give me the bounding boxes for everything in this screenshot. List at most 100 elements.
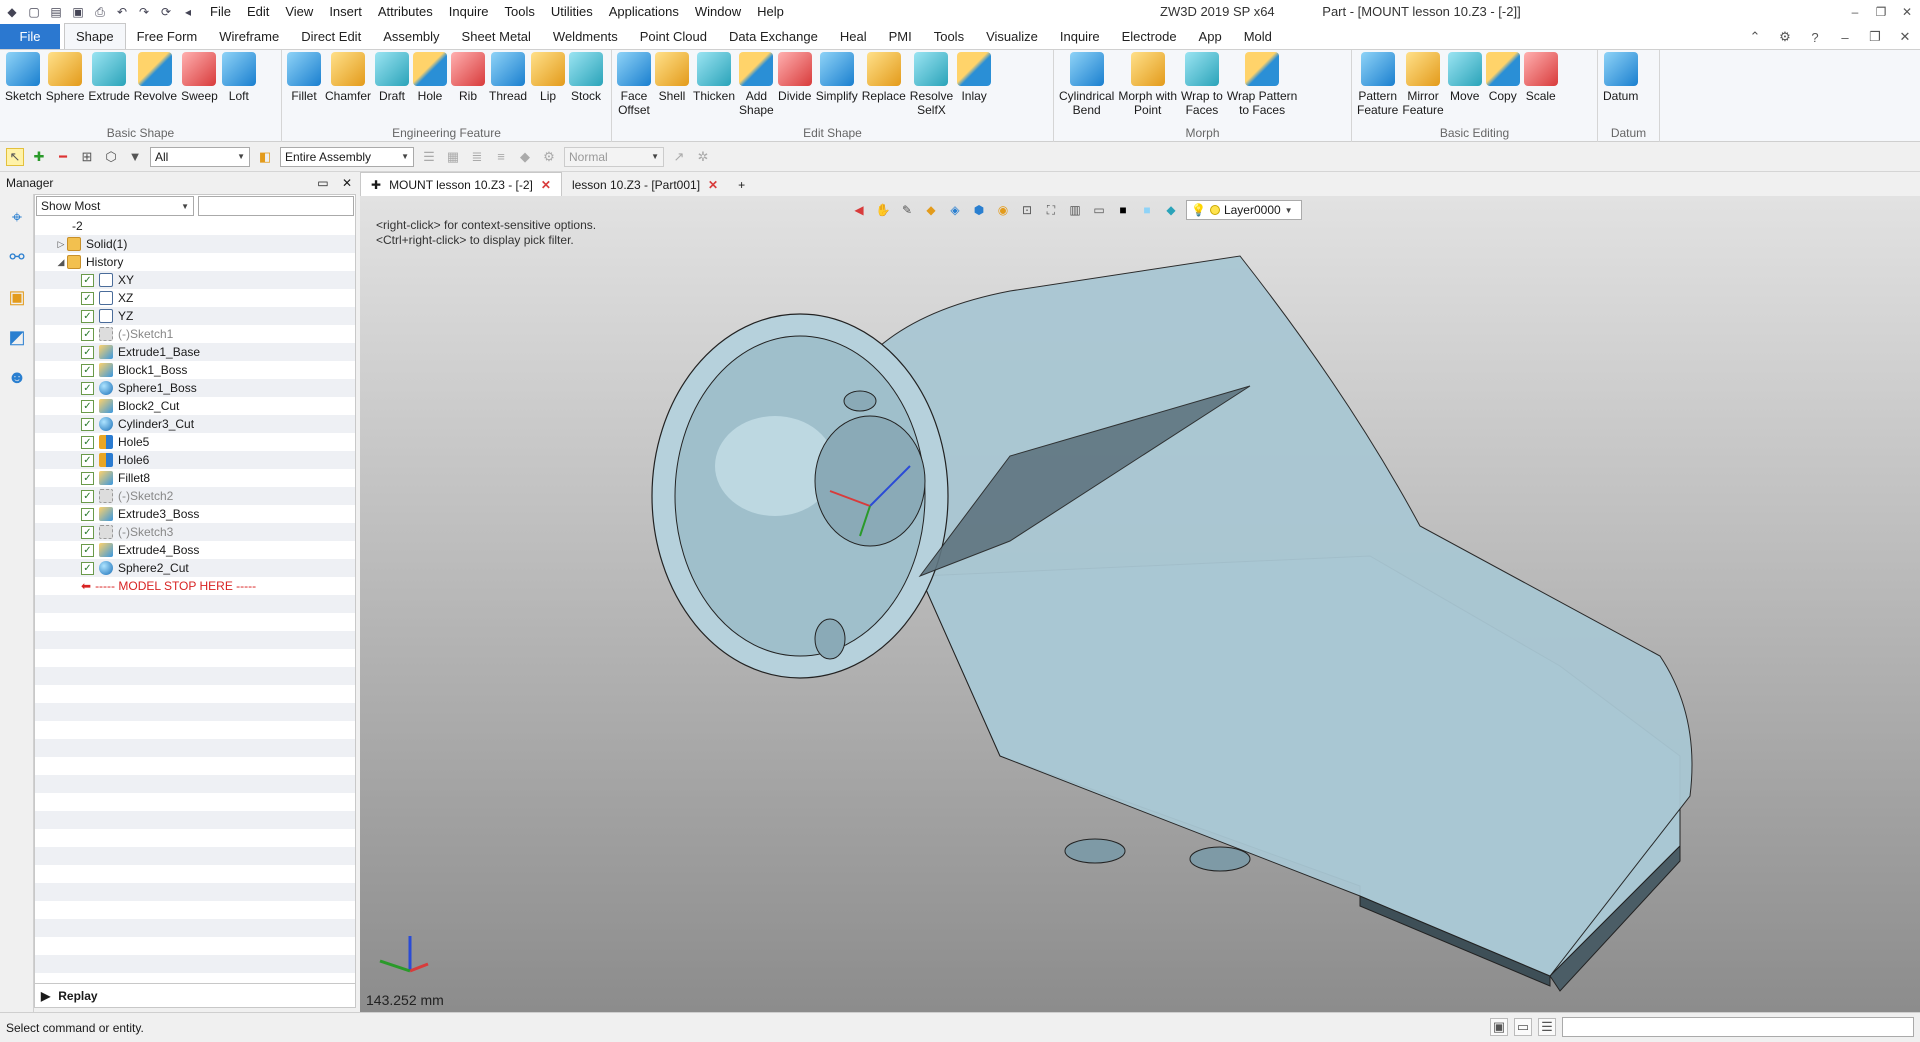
graphics-viewport[interactable]: <right-click> for context-sensitive opti… bbox=[360, 196, 1920, 1012]
pin-icon[interactable]: ✚ bbox=[371, 178, 381, 192]
ribbon-tab[interactable]: Tools bbox=[923, 24, 975, 49]
ribbon-tab[interactable]: Free Form bbox=[126, 24, 209, 49]
pick-options-icon[interactable]: ⊞ bbox=[78, 148, 96, 166]
ribbon-tab[interactable]: Electrode bbox=[1111, 24, 1188, 49]
tree-node[interactable]: ✓ Fillet8 bbox=[35, 469, 355, 487]
tree-node[interactable]: ✓ Extrude1_Base bbox=[35, 343, 355, 361]
tree-node[interactable]: ✓ (-)Sketch1 bbox=[35, 325, 355, 343]
ribbon-tab[interactable]: Weldments bbox=[542, 24, 629, 49]
back-arrow-icon[interactable]: ◀ bbox=[850, 201, 868, 219]
minimize-doc-icon[interactable]: – bbox=[1830, 30, 1860, 45]
menu-item[interactable]: Inquire bbox=[441, 0, 497, 24]
tree-node[interactable]: ✓ Block1_Boss bbox=[35, 361, 355, 379]
restore-icon[interactable]: ❐ bbox=[1868, 0, 1894, 24]
visibility-checkbox[interactable]: ✓ bbox=[81, 543, 94, 557]
print-icon[interactable]: ⎙ bbox=[92, 4, 108, 20]
expand-icon[interactable]: ▷ bbox=[55, 239, 67, 250]
tree-node[interactable]: ✓ Extrude3_Boss bbox=[35, 505, 355, 523]
section-icon[interactable]: ▥ bbox=[1066, 201, 1084, 219]
menu-item[interactable]: Edit bbox=[239, 0, 277, 24]
visibility-checkbox[interactable]: ✓ bbox=[81, 399, 94, 413]
visibility-checkbox[interactable]: ✓ bbox=[81, 453, 94, 467]
menu-item[interactable]: Attributes bbox=[370, 0, 441, 24]
visibility-checkbox[interactable]: ✓ bbox=[81, 507, 94, 521]
menu-item[interactable]: Tools bbox=[497, 0, 543, 24]
show-filter-select[interactable]: Show Most ▼ bbox=[36, 196, 194, 216]
feature-library-icon[interactable]: ▣ bbox=[3, 280, 31, 314]
ribbon-tab[interactable]: App bbox=[1188, 24, 1233, 49]
visibility-checkbox[interactable]: ✓ bbox=[81, 525, 94, 539]
shade-icon[interactable]: ■ bbox=[1138, 201, 1156, 219]
color-swatch-icon[interactable]: ■ bbox=[1114, 201, 1132, 219]
select-arrow-icon[interactable]: ↖ bbox=[6, 147, 24, 166]
collapse-ribbon-icon[interactable]: ⌃ bbox=[1740, 29, 1770, 45]
assembly-icon[interactable]: ◧ bbox=[256, 148, 274, 166]
filter-shape-icon[interactable]: ⬡ bbox=[102, 148, 120, 166]
user-icon[interactable]: ☻ bbox=[3, 360, 31, 394]
tool-icon-1[interactable]: ☰ bbox=[420, 148, 438, 166]
scope-select[interactable]: Entire Assembly ▼ bbox=[280, 146, 414, 167]
zoom-all-icon[interactable]: ⊡ bbox=[1018, 201, 1036, 219]
iso-view-icon[interactable]: ⬢ bbox=[970, 201, 988, 219]
menu-item[interactable]: View bbox=[277, 0, 321, 24]
model-3d-view[interactable] bbox=[360, 196, 1920, 1012]
view-toggle-icon[interactable]: ▣ bbox=[1490, 1018, 1508, 1036]
save-icon[interactable]: ▣ bbox=[70, 4, 86, 20]
tool-icon-5[interactable]: ◆ bbox=[516, 148, 534, 166]
tree-node[interactable]: ✓ Hole6 bbox=[35, 451, 355, 469]
close-tab-icon[interactable]: ✕ bbox=[541, 178, 551, 192]
shape-icon[interactable]: ◆ bbox=[922, 201, 940, 219]
tree-node[interactable]: ✓ YZ bbox=[35, 307, 355, 325]
tree-node[interactable]: ⬅ ----- MODEL STOP HERE ----- bbox=[35, 577, 355, 595]
app-logo-icon[interactable]: ◆ bbox=[4, 4, 20, 20]
tree-node[interactable]: ✓ Extrude4_Boss bbox=[35, 541, 355, 559]
layer-select[interactable]: 💡 Layer0000 ▼ bbox=[1186, 200, 1302, 220]
tree-node[interactable]: ▷ Solid(1) bbox=[35, 235, 355, 253]
command-input[interactable] bbox=[1562, 1017, 1914, 1037]
ribbon-tab[interactable]: Mold bbox=[1233, 24, 1283, 49]
restore-doc-icon[interactable]: ❐ bbox=[1860, 29, 1890, 45]
undo-icon[interactable]: ↶ bbox=[114, 4, 130, 20]
menu-item[interactable]: Window bbox=[687, 0, 749, 24]
menu-item[interactable]: Applications bbox=[601, 0, 687, 24]
tree-node[interactable]: ✓ Sphere2_Cut bbox=[35, 559, 355, 577]
display-mode-icon[interactable]: ◉ bbox=[994, 201, 1012, 219]
minimize-icon[interactable]: – bbox=[1842, 0, 1868, 24]
tool-icon-4[interactable]: ≡ bbox=[492, 148, 510, 166]
visibility-checkbox[interactable]: ✓ bbox=[81, 309, 94, 323]
open-folder-icon[interactable]: ▤ bbox=[48, 4, 64, 20]
filter-select[interactable]: All ▼ bbox=[150, 146, 250, 167]
ribbon-tab[interactable]: Data Exchange bbox=[718, 24, 829, 49]
ribbon-tab[interactable]: Visualize bbox=[975, 24, 1049, 49]
tool-icon-3[interactable]: ≣ bbox=[468, 148, 486, 166]
help-icon[interactable]: ? bbox=[1800, 30, 1830, 45]
visibility-checkbox[interactable]: ✓ bbox=[81, 363, 94, 377]
ribbon-tab[interactable]: Wireframe bbox=[208, 24, 290, 49]
ribbon-tab[interactable]: Sheet Metal bbox=[451, 24, 542, 49]
new-file-icon[interactable]: ▢ bbox=[26, 4, 42, 20]
visibility-checkbox[interactable]: ✓ bbox=[81, 489, 94, 503]
tree-node[interactable]: ✓ XY bbox=[35, 271, 355, 289]
edit-icon[interactable]: ✎ bbox=[898, 201, 916, 219]
expand-icon[interactable]: ◢ bbox=[55, 257, 67, 268]
tool-icon-2[interactable]: ▦ bbox=[444, 148, 462, 166]
visibility-checkbox[interactable]: ✓ bbox=[81, 273, 94, 287]
list-icon[interactable]: ☰ bbox=[1538, 1018, 1556, 1036]
tree-node[interactable]: ✓ Sphere1_Boss bbox=[35, 379, 355, 397]
tree-node[interactable]: ◢ History bbox=[35, 253, 355, 271]
visibility-checkbox[interactable]: ✓ bbox=[81, 345, 94, 359]
assembly-manager-icon[interactable]: ⚯ bbox=[3, 240, 31, 274]
visibility-checkbox[interactable]: ✓ bbox=[81, 417, 94, 431]
tree-node[interactable]: ✓ (-)Sketch3 bbox=[35, 523, 355, 541]
ribbon-tab[interactable]: Shape bbox=[64, 23, 126, 49]
tree-node[interactable]: ✓ (-)Sketch2 bbox=[35, 487, 355, 505]
add-icon[interactable]: ✚ bbox=[30, 148, 48, 166]
visibility-checkbox[interactable]: ✓ bbox=[81, 561, 94, 575]
mouse-mode-icon[interactable]: ✋ bbox=[874, 201, 892, 219]
settings-gear-icon[interactable]: ⚙ bbox=[1770, 29, 1800, 45]
close-panel-icon[interactable]: ✕ bbox=[342, 176, 352, 190]
new-tab-icon[interactable]: + bbox=[728, 174, 755, 196]
tree-node[interactable]: ✓ Hole5 bbox=[35, 433, 355, 451]
ribbon-tab[interactable]: Assembly bbox=[372, 24, 450, 49]
ribbon-tab[interactable]: Direct Edit bbox=[290, 24, 372, 49]
